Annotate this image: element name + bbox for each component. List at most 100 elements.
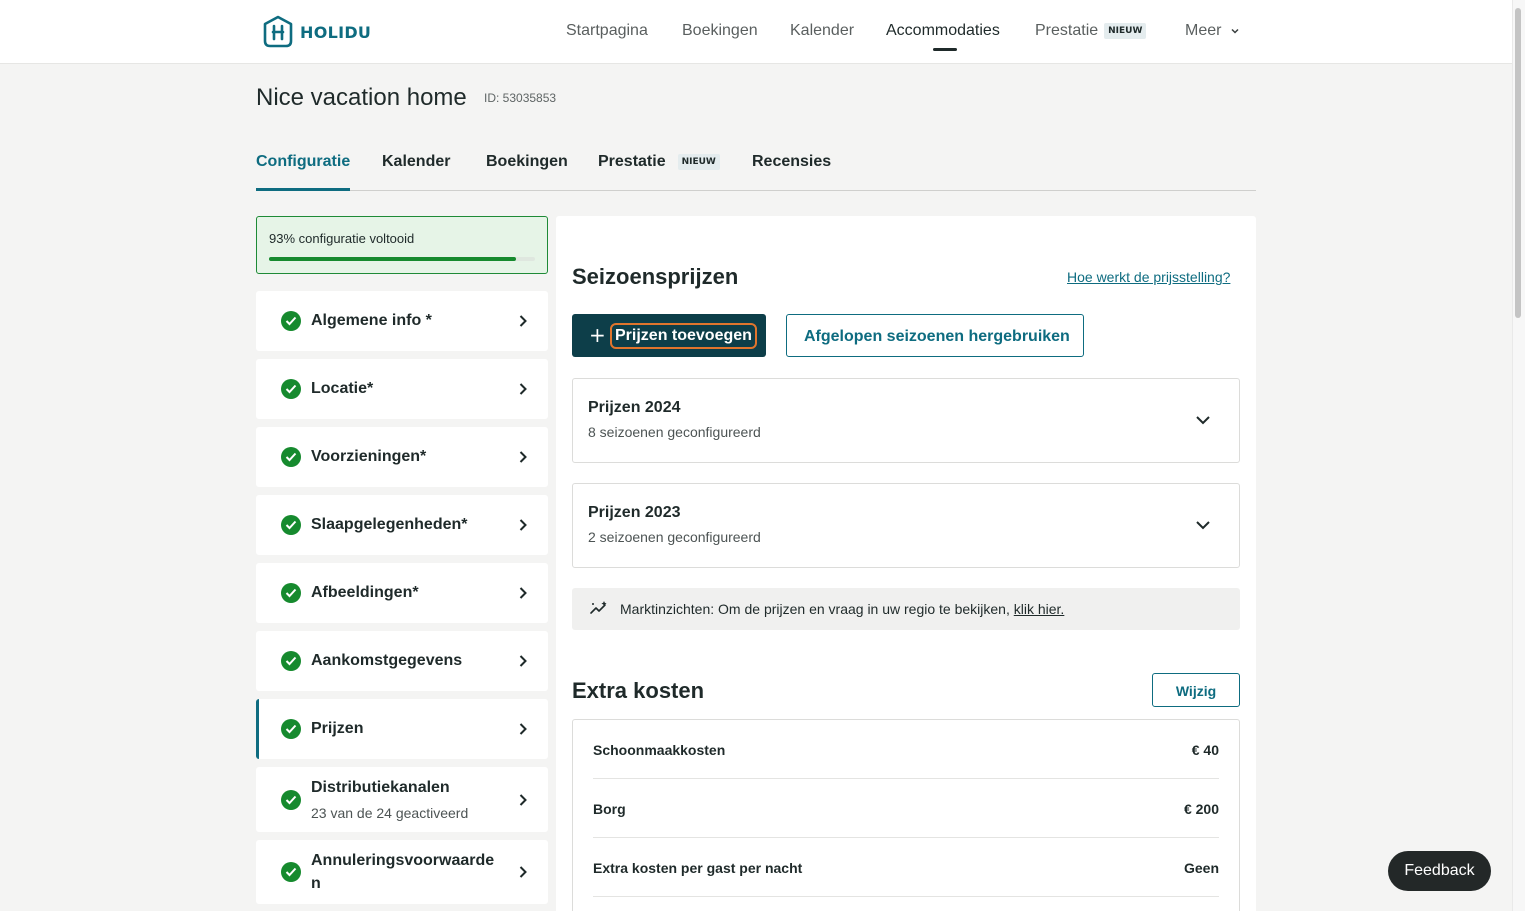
market-insights-banner: Marktinzichten: Om de prijzen en vraag i… [572, 588, 1240, 630]
market-insights-message: Marktinzichten: Om de prijzen en vraag i… [620, 601, 1014, 617]
nav-prestatie-label: Prestatie [1035, 22, 1099, 39]
sidebar-item-locatie[interactable]: Locatie* [256, 359, 548, 419]
tab-kalender[interactable]: Kalender [382, 153, 450, 171]
sidebar-item-slaapgelegenheden[interactable]: Slaapgelegenheden* [256, 495, 548, 555]
plus-icon: + [589, 323, 606, 347]
holidu-house-icon [263, 15, 293, 48]
check-circle-icon [281, 651, 301, 671]
section-title-extra-kosten: Extra kosten [572, 678, 705, 703]
cost-value: Geen [1183, 860, 1219, 876]
accordion-prijzen-2023[interactable]: Prijzen 2023 2 seizoenen geconfigureerd [572, 483, 1240, 568]
check-circle-icon [281, 447, 301, 467]
table-row: Extra kosten per gast per nacht Geen [593, 838, 1219, 897]
check-circle-icon [281, 790, 301, 810]
sidebar-item-prijzen[interactable]: Prijzen [256, 699, 548, 759]
progress-label: 93% configuratie voltooid [269, 231, 415, 246]
nav-boekingen[interactable]: Boekingen [682, 22, 758, 40]
feedback-label: Feedback [1404, 862, 1475, 879]
sidebar-item-sublabel: 23 van de 24 geactiveerd [311, 805, 469, 821]
sidebar-item-aankomstgegevens[interactable]: Aankomstgegevens [256, 631, 548, 691]
sidebar-item-annuleringsvoorwaarden[interactable]: Annuleringsvoorwaarde n [256, 840, 548, 904]
tab-prestatie-label: Prestatie [598, 153, 666, 170]
chevron-down-icon [1196, 521, 1210, 530]
logo-text: HOLIDU [300, 22, 372, 42]
tabs-divider [256, 190, 1256, 191]
accordion-subtitle: 8 seizoenen geconfigureerd [588, 424, 761, 440]
chevron-down-icon [1196, 416, 1210, 425]
edit-button-label: Wijzig [1175, 683, 1217, 699]
accordion-title: Prijzen 2024 [588, 399, 681, 416]
new-badge: NIEUW [1104, 22, 1147, 39]
sidebar-item-label: Aankomstgegevens [311, 652, 463, 669]
chevron-right-icon [519, 383, 527, 395]
sidebar-item-label: Slaapgelegenheden* [311, 516, 468, 533]
chevron-down-icon [1231, 28, 1239, 34]
sidebar-item-label: Prijzen [311, 720, 364, 737]
check-circle-icon [281, 719, 301, 739]
nav-meer-dropdown[interactable]: Meer [1185, 22, 1240, 40]
tab-recensies[interactable]: Recensies [752, 153, 831, 171]
progress-bar-fill [269, 257, 517, 261]
holidu-logo[interactable]: HOLIDU [262, 15, 371, 49]
sidebar-item-afbeeldingen[interactable]: Afbeeldingen* [256, 563, 548, 623]
sidebar-item-label: Locatie* [311, 380, 374, 397]
page-title: Nice vacation home [256, 84, 467, 111]
check-circle-icon [281, 862, 301, 882]
table-row: Borg € 200 [593, 779, 1219, 838]
nav-kalender[interactable]: Kalender [790, 22, 854, 40]
section-title-seizoensprijzen: Seizoensprijzen [572, 264, 739, 289]
chevron-right-icon [519, 723, 527, 735]
check-circle-icon [281, 583, 301, 603]
nav-accommodaties[interactable]: Accommodaties [886, 22, 1000, 40]
configuration-progress-card: 93% configuratie voltooid [256, 216, 548, 274]
sidebar-item-distributiekanalen[interactable]: Distributiekanalen 23 van de 24 geactive… [256, 767, 548, 832]
sidebar-item-label: Afbeeldingen* [311, 584, 419, 601]
accordion-subtitle: 2 seizoenen geconfigureerd [588, 529, 761, 545]
check-circle-icon [281, 311, 301, 331]
chevron-right-icon [519, 794, 527, 806]
add-prices-button[interactable]: + Prijzen toevoegen [572, 314, 766, 357]
chevron-right-icon [519, 315, 527, 327]
nav-meer-label: Meer [1185, 22, 1222, 39]
check-circle-icon [281, 515, 301, 535]
sidebar-item-label: Algemene info * [311, 312, 432, 329]
sidebar-item-label: Annuleringsvoorwaarde [311, 852, 495, 869]
cost-label: Borg [593, 801, 626, 817]
table-row: Schoonmaakkosten € 40 [593, 720, 1219, 779]
chevron-right-icon [519, 519, 527, 531]
cost-value: € 40 [1191, 742, 1219, 758]
chevron-right-icon [519, 587, 527, 599]
sidebar-item-label-wrap: n [311, 875, 321, 892]
property-id: ID: 53035853 [484, 91, 557, 105]
top-navigation-bar: HOLIDU Startpagina Boekingen Kalender Ac… [0, 0, 1512, 64]
feedback-button[interactable]: Feedback [1388, 851, 1491, 891]
edit-extra-costs-button[interactable]: Wijzig [1152, 673, 1240, 707]
sidebar-item-label: Distributiekanalen [311, 779, 450, 796]
cost-label: Schoonmaakkosten [593, 742, 726, 758]
market-insights-link[interactable]: klik hier. [1014, 601, 1065, 617]
reuse-past-seasons-label: Afgelopen seizoenen hergebruiken [804, 328, 1070, 345]
progress-bar [269, 257, 535, 261]
cost-label: Extra kosten per gast per nacht [593, 860, 803, 876]
nav-startpagina[interactable]: Startpagina [566, 22, 648, 40]
nav-prestatie[interactable]: Prestatie NIEUW [1035, 22, 1147, 40]
sparkle-trend-icon [590, 601, 607, 614]
scrollbar-thumb[interactable] [1515, 8, 1521, 318]
extra-costs-table: Schoonmaakkosten € 40 Borg € 200 Extra k… [572, 719, 1240, 911]
market-insights-text: Marktinzichten: Om de prijzen en vraag i… [620, 601, 1064, 617]
accordion-prijzen-2024[interactable]: Prijzen 2024 8 seizoenen geconfigureerd [572, 378, 1240, 463]
sidebar-item-algemene-info[interactable]: Algemene info * [256, 291, 548, 351]
sidebar-item-label: Voorzieningen* [311, 448, 427, 465]
tab-active-indicator [256, 188, 350, 191]
nav-active-indicator [933, 48, 957, 51]
tab-configuratie[interactable]: Configuratie [256, 153, 350, 171]
reuse-past-seasons-button[interactable]: Afgelopen seizoenen hergebruiken [786, 314, 1084, 357]
pricing-help-link[interactable]: Hoe werkt de prijsstelling? [1067, 269, 1230, 285]
tab-prestatie[interactable]: Prestatie NIEUW [598, 153, 720, 171]
tab-boekingen[interactable]: Boekingen [486, 153, 568, 171]
cost-value: € 200 [1183, 801, 1219, 817]
check-circle-icon [281, 379, 301, 399]
sidebar-item-voorzieningen[interactable]: Voorzieningen* [256, 427, 548, 487]
accordion-title: Prijzen 2023 [588, 504, 681, 521]
new-badge: NIEUW [677, 153, 720, 170]
